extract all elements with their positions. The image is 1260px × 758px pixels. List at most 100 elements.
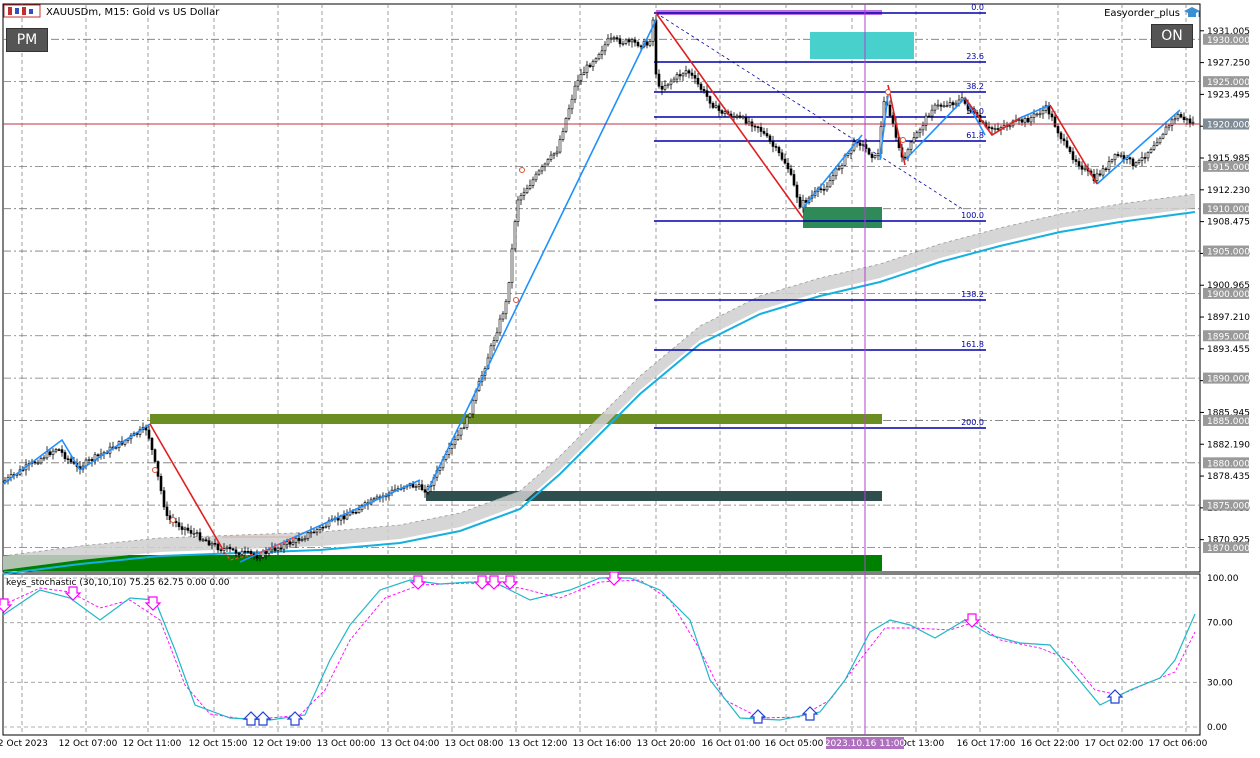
candlestick: [162, 486, 166, 511]
candlestick: [558, 135, 562, 154]
candlestick: [705, 84, 709, 102]
time-label: 16 Oct 01:00: [702, 739, 761, 749]
graduation-cap-icon: [1184, 7, 1200, 17]
candle-body: [585, 64, 589, 73]
candlestick: [1023, 116, 1027, 128]
candle-body: [1062, 138, 1066, 142]
candlestick: [699, 81, 703, 93]
candle-body: [951, 102, 955, 106]
candlestick: [711, 101, 715, 110]
candle-body: [420, 484, 424, 491]
candlestick: [627, 37, 631, 46]
stochastic-label: keys_stochastic (30,10,10) 75.25 62.75 0…: [6, 578, 230, 588]
swing-marker: [885, 89, 891, 95]
candle-body: [723, 111, 727, 114]
candlestick: [504, 298, 508, 320]
candle-body: [888, 104, 892, 116]
trading-chart-window: 0.023.638.250.061.8100.0138.2161.8200.0 …: [0, 0, 1260, 754]
candle-body: [654, 19, 658, 75]
candle-body: [789, 168, 793, 175]
candle-body: [318, 526, 322, 530]
time-label: 13 Oct 16:00: [573, 739, 632, 749]
zone-teal: [803, 207, 882, 228]
candle-body: [1065, 140, 1069, 148]
candle-body: [1008, 125, 1012, 128]
on-button[interactable]: ON: [1151, 24, 1193, 48]
bull-trend-line: [802, 134, 863, 209]
candle-body: [573, 85, 577, 100]
candle-body: [1074, 159, 1078, 162]
candle-body: [1056, 126, 1060, 134]
candlestick: [537, 169, 541, 176]
candle-body: [354, 511, 358, 514]
candle-body: [738, 115, 742, 118]
price-level-label: 1930.000: [1207, 36, 1250, 46]
candlestick: [510, 243, 514, 289]
candlestick: [345, 509, 349, 521]
candle-body: [147, 429, 151, 439]
candlestick: [414, 483, 418, 491]
candle-body: [258, 557, 262, 559]
candlestick: [741, 114, 745, 120]
candle-body: [198, 532, 202, 541]
candle-body: [210, 542, 214, 546]
candle-body: [297, 537, 301, 541]
candle-body: [1119, 155, 1123, 157]
candlestick: [561, 127, 565, 142]
price-tick-label: 1912.230: [1207, 186, 1250, 196]
candlestick: [99, 448, 103, 460]
candle-body: [1029, 117, 1033, 123]
candle-body: [36, 462, 40, 465]
candle-body: [459, 428, 463, 436]
candle-body: [69, 458, 73, 463]
candle-body: [219, 549, 223, 552]
time-label: 17 Oct 06:00: [1149, 739, 1208, 749]
candle-body: [531, 179, 535, 186]
candle-body: [612, 37, 616, 39]
candlestick: [423, 484, 427, 498]
fib-level-label: 61.8: [966, 131, 984, 140]
price-tick-label: 1897.210: [1207, 313, 1250, 323]
candlestick: [681, 72, 685, 82]
candlestick: [1140, 151, 1144, 167]
candle-body: [762, 131, 766, 134]
candlestick: [60, 445, 64, 457]
candle-body: [609, 37, 613, 40]
candle-body: [567, 108, 571, 119]
candle-body: [264, 550, 268, 555]
candlestick: [1113, 153, 1117, 166]
candle-body: [279, 547, 283, 550]
candle-body: [153, 449, 157, 462]
candle-body: [57, 449, 61, 451]
candlestick: [1179, 111, 1183, 119]
candle-body: [489, 345, 493, 359]
candle-body: [1191, 121, 1195, 124]
swing-marker: [170, 517, 176, 523]
candle-body: [1020, 119, 1024, 123]
candle-body: [747, 121, 751, 124]
candlestick: [903, 152, 907, 159]
candlestick: [927, 112, 931, 118]
candle-body: [777, 147, 781, 154]
candle-body: [507, 282, 511, 302]
candle-body: [639, 45, 643, 48]
candle-body: [1053, 116, 1057, 127]
candlestick: [129, 433, 133, 444]
candle-body: [930, 109, 934, 117]
candle-body: [828, 180, 832, 188]
candle-body: [1068, 146, 1072, 152]
pm-button[interactable]: PM: [6, 28, 48, 52]
candle-body: [954, 102, 958, 106]
zone-dark: [426, 491, 882, 501]
candle-body: [504, 301, 508, 315]
candle-body: [699, 83, 703, 90]
candlestick: [186, 523, 190, 534]
candle-body: [63, 452, 67, 460]
candlestick: [165, 501, 169, 521]
candle-body: [909, 141, 913, 150]
candle-body: [522, 192, 526, 196]
candlestick: [609, 32, 613, 44]
candlestick: [822, 184, 826, 196]
price-chart[interactable]: 0.023.638.250.061.8100.0138.2161.8200.0 …: [0, 0, 1260, 754]
candle-body: [594, 58, 598, 63]
